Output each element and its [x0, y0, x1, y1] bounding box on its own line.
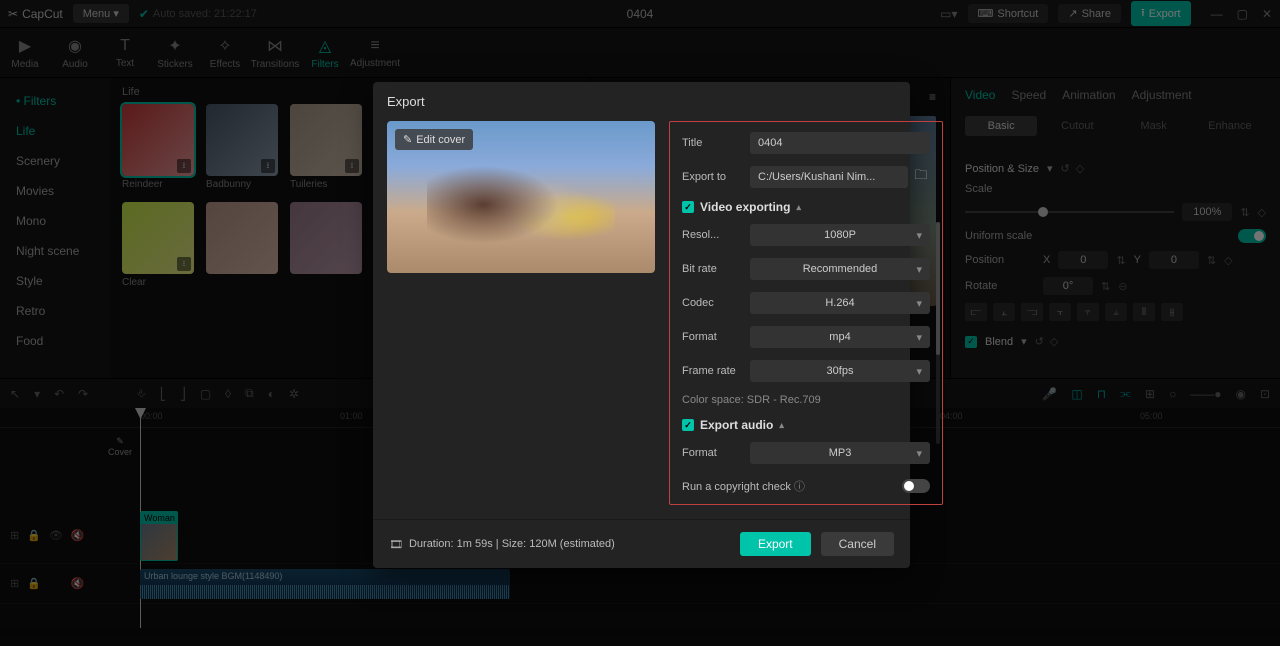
- aformat-select[interactable]: MP3: [750, 442, 930, 464]
- exportto-input[interactable]: [750, 166, 908, 188]
- info-icon[interactable]: ⓘ: [794, 481, 805, 493]
- export-settings-panel: Title Export to 🗀 ✓Video exporting ▴ Res…: [669, 121, 943, 505]
- resolution-select[interactable]: 1080P: [750, 224, 930, 246]
- modal-scrollbar[interactable]: [936, 222, 940, 444]
- modal-title: Export: [373, 82, 910, 121]
- fps-label: Frame rate: [682, 365, 750, 377]
- copyright-label: Run a copyright check: [682, 481, 791, 493]
- audio-export-check[interactable]: ✓: [682, 419, 694, 431]
- export-modal: Export ✎ Edit cover Title Export to 🗀 ✓V…: [373, 82, 910, 568]
- aformat-label: Format: [682, 447, 750, 459]
- video-export-check[interactable]: ✓: [682, 201, 694, 213]
- format-label: Format: [682, 331, 750, 343]
- copyright-toggle[interactable]: [902, 479, 930, 493]
- edit-cover-button[interactable]: ✎ Edit cover: [395, 129, 473, 150]
- resolution-label: Resol...: [682, 229, 750, 241]
- exportto-label: Export to: [682, 171, 750, 183]
- folder-icon[interactable]: 🗀: [912, 168, 930, 186]
- export-confirm-button[interactable]: Export: [740, 532, 811, 556]
- duration-info: 🎞Duration: 1m 59s | Size: 120M (estimate…: [389, 538, 615, 551]
- cover-preview: ✎ Edit cover: [387, 121, 655, 273]
- codec-select[interactable]: H.264: [750, 292, 930, 314]
- cancel-button[interactable]: Cancel: [821, 532, 894, 556]
- format-select[interactable]: mp4: [750, 326, 930, 348]
- bitrate-select[interactable]: Recommended: [750, 258, 930, 280]
- codec-label: Codec: [682, 297, 750, 309]
- title-input[interactable]: [750, 132, 930, 154]
- film-icon: 🎞: [389, 538, 403, 551]
- title-field-label: Title: [682, 137, 750, 149]
- colorspace-text: Color space: SDR - Rec.709: [682, 394, 930, 406]
- audio-section-label: Export audio: [700, 418, 773, 432]
- video-section-label: Video exporting: [700, 200, 790, 214]
- bitrate-label: Bit rate: [682, 263, 750, 275]
- fps-select[interactable]: 30fps: [750, 360, 930, 382]
